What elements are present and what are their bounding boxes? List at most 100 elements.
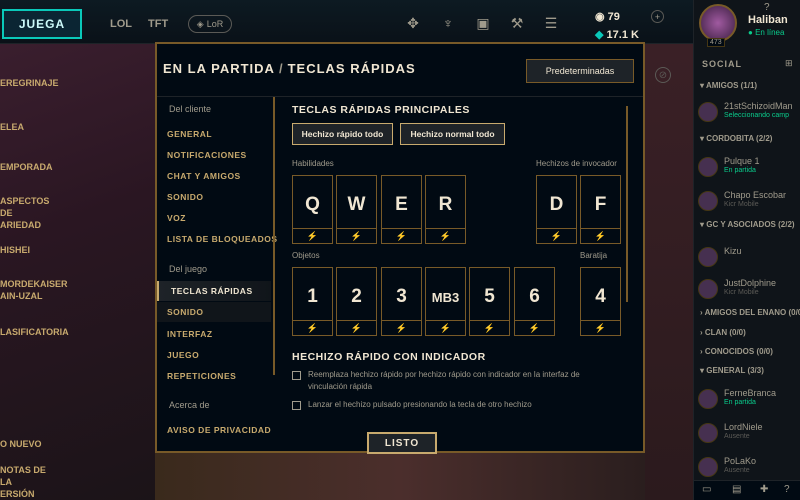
friend-item[interactable]: PoLaKo Ausente <box>698 455 800 481</box>
checkbox[interactable] <box>292 371 301 380</box>
nav-item-block-list[interactable]: LISTA DE BLOQUEADOS <box>167 234 278 244</box>
quick-cast-icon[interactable]: ⚡ <box>581 320 620 335</box>
normal-cast-all-button[interactable]: Hechizo normal todo <box>400 123 505 145</box>
friend-group-header[interactable]: ▾ GENERAL (3/3) <box>700 366 764 375</box>
left-menu-item[interactable]: EMPORADA <box>0 161 60 173</box>
champions-icon[interactable]: ✥ <box>404 14 422 32</box>
nav-item-privacy[interactable]: AVISO DE PRIVACIDAD <box>167 425 271 435</box>
nav-item-chat-friends[interactable]: CHAT Y AMIGOS <box>167 171 241 181</box>
add-currency-icon[interactable]: + <box>651 10 664 23</box>
nav-item-general[interactable]: GENERAL <box>167 129 212 139</box>
nav-item-interface[interactable]: INTERFAZ <box>167 329 213 339</box>
friend-item[interactable]: Chapo Escobar Kicr Mobile <box>698 189 800 215</box>
option-cast-on-other-key[interactable]: Lanzar el hechizo pulsado presionando la… <box>292 399 612 413</box>
hotkey-q[interactable]: Q ⚡ <box>292 175 333 244</box>
friend-group-header[interactable]: › CLAN (0/0) <box>700 328 746 337</box>
left-menu-item[interactable]: O NUEVO <box>0 438 60 450</box>
quick-cast-icon[interactable]: ⚡ <box>581 228 620 243</box>
settings-icon[interactable]: ✚ <box>760 484 768 495</box>
quick-cast-icon[interactable]: ⚡ <box>426 320 465 335</box>
friend-item[interactable]: Pulque 1 En partida <box>698 155 800 181</box>
nav-item-notifications[interactable]: NOTIFICACIONES <box>167 150 247 160</box>
help-icon[interactable]: ? <box>784 484 790 495</box>
breadcrumb-parent[interactable]: EN LA PARTIDA <box>163 61 275 76</box>
hotkey-w[interactable]: W ⚡ <box>336 175 377 244</box>
left-menu-item[interactable]: ASPECTOS DE ARIEDAD <box>0 195 60 231</box>
content-scrollbar[interactable] <box>626 106 628 302</box>
friend-item[interactable]: JustDolphine Kicr Mobile <box>698 277 800 303</box>
friend-avatar <box>698 102 718 122</box>
friend-group-header[interactable]: › CONOCIDOS (0/0) <box>700 347 773 356</box>
restore-defaults-button[interactable]: Predeterminadas <box>526 59 634 83</box>
hotkey-d[interactable]: D ⚡ <box>536 175 577 244</box>
friend-group-header[interactable]: › AMIGOS DEL ENANO (0/0) <box>700 308 800 317</box>
nav-item-voice[interactable]: VOZ <box>167 213 186 223</box>
profile-status[interactable]: ● En línea <box>748 28 784 37</box>
friend-group-header[interactable]: ▾ GC Y ASOCIADOS (2/2) <box>700 220 795 229</box>
hotkey-item-4[interactable]: MB3 ⚡ <box>425 267 466 336</box>
quick-cast-icon[interactable]: ⚡ <box>293 320 332 335</box>
help-icon[interactable]: ? <box>764 2 770 13</box>
hotkey-r[interactable]: R ⚡ <box>425 175 466 244</box>
quick-cast-icon[interactable]: ⚡ <box>382 228 421 243</box>
option-replace-quick-cast[interactable]: Reemplaza hechizo rápido por hechizo ráp… <box>292 369 612 393</box>
quick-cast-icon[interactable]: ⚡ <box>382 320 421 335</box>
nav-scrollbar[interactable] <box>273 97 275 375</box>
left-menu-item[interactable]: LASIFICATORIA <box>0 326 69 338</box>
chat-icon[interactable]: ▭ <box>702 484 711 495</box>
left-menu-item[interactable]: MORDEKAISER AIN-UZAL <box>0 278 68 302</box>
lor-icon: ◈ <box>196 18 204 29</box>
be-balance[interactable]: ◆ 17.1 K <box>595 28 639 41</box>
quick-cast-icon[interactable]: ⚡ <box>470 320 509 335</box>
currency-stack-icon[interactable]: ☰ <box>542 14 560 32</box>
quick-cast-icon[interactable]: ⚡ <box>293 228 332 243</box>
friend-group-header[interactable]: ▾ CORDOBITA (2/2) <box>700 134 772 143</box>
hotkey-f[interactable]: F ⚡ <box>580 175 621 244</box>
section-title: TECLAS RÁPIDAS PRINCIPALES <box>292 104 470 116</box>
checkbox[interactable] <box>292 401 301 410</box>
friend-group-header[interactable]: ▾ AMIGOS (1/1) <box>700 81 757 90</box>
tab-lol[interactable]: LOL <box>110 18 132 30</box>
rp-balance[interactable]: ◉ 79 <box>595 10 620 23</box>
left-menu-item[interactable]: EREGRINAJE <box>0 77 60 89</box>
hotkey-item-6[interactable]: 6 ⚡ <box>514 267 555 336</box>
crafting-icon[interactable]: ⚒ <box>508 14 526 32</box>
done-button[interactable]: LISTO <box>367 432 437 454</box>
nav-item-hotkeys[interactable]: TECLAS RÁPIDAS <box>157 281 271 301</box>
block-icon[interactable]: ⊘ <box>655 67 671 83</box>
hotkey-item-2[interactable]: 2 ⚡ <box>336 267 377 336</box>
play-button[interactable]: JUEGA <box>2 9 82 39</box>
quick-cast-all-button[interactable]: Hechizo rápido todo <box>292 123 393 145</box>
nav-item-game[interactable]: JUEGO <box>167 350 199 360</box>
quick-cast-icon[interactable]: ⚡ <box>426 228 465 243</box>
left-menu-item[interactable]: ELEA <box>0 121 60 133</box>
nav-item-sound-game[interactable]: SONIDO <box>157 302 271 322</box>
friend-item[interactable]: Kizu <box>698 245 800 271</box>
hotkey-item-5[interactable]: 5 ⚡ <box>469 267 510 336</box>
left-menu-item[interactable]: NOTAS DE LA ERSIÓN <box>0 464 60 500</box>
profile-name[interactable]: Haliban <box>748 14 788 26</box>
friend-avatar <box>698 279 718 299</box>
nav-item-replays[interactable]: REPETICIONES <box>167 371 236 381</box>
friend-item[interactable]: FerneBranca En partida <box>698 387 800 413</box>
quick-cast-icon[interactable]: ⚡ <box>337 320 376 335</box>
hotkey-item-3[interactable]: 3 ⚡ <box>381 267 422 336</box>
friend-item[interactable]: LordNiele Ausente <box>698 421 800 447</box>
add-friend-icon[interactable]: ⊞ <box>785 58 793 69</box>
left-menu-item[interactable]: HISHEI <box>0 244 60 256</box>
tab-lor[interactable]: ◈ LoR <box>188 15 232 33</box>
missions-icon[interactable]: ▤ <box>732 484 741 495</box>
background-art-bottom <box>155 453 645 500</box>
tab-tft[interactable]: TFT <box>148 18 168 30</box>
hotkey-trinket[interactable]: 4 ⚡ <box>580 267 621 336</box>
hotkey-item-1[interactable]: 1 ⚡ <box>292 267 333 336</box>
quick-cast-icon[interactable]: ⚡ <box>537 228 576 243</box>
store-chest-icon[interactable]: ▣ <box>474 14 492 32</box>
nav-item-sound-client[interactable]: SONIDO <box>167 192 204 202</box>
friend-item[interactable]: 21stSchizoidMan Seleccionando camp <box>698 100 800 126</box>
hotkey-e[interactable]: E ⚡ <box>381 175 422 244</box>
quick-cast-icon[interactable]: ⚡ <box>515 320 554 335</box>
avatar[interactable] <box>699 4 737 42</box>
loot-icon[interactable]: ♆ <box>439 14 457 32</box>
quick-cast-icon[interactable]: ⚡ <box>337 228 376 243</box>
